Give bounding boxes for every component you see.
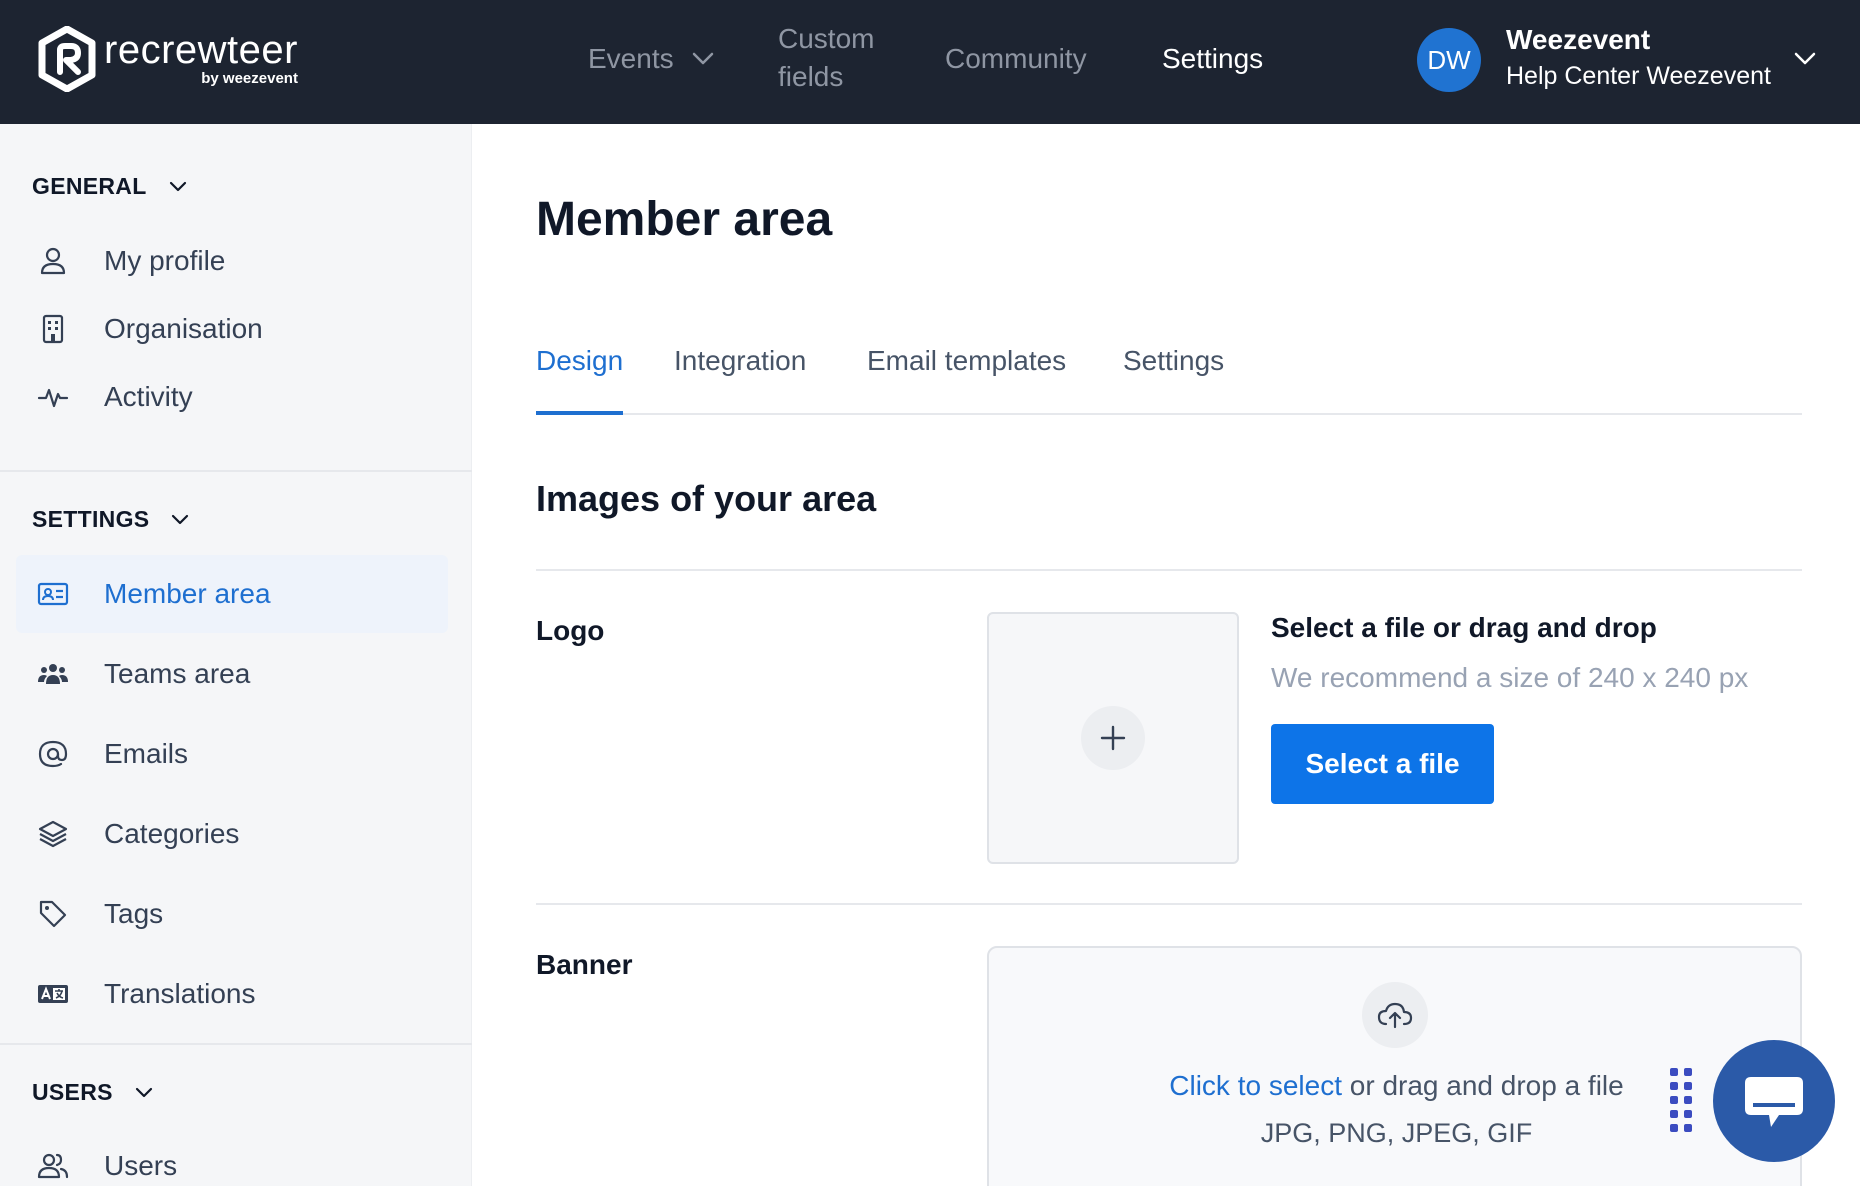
upload-cloud-icon (1362, 982, 1428, 1048)
add-logo-button[interactable] (1081, 706, 1145, 770)
layers-icon (36, 818, 70, 850)
sidebar-item-categories[interactable]: Categories (16, 795, 448, 873)
section-title: GENERAL (32, 173, 147, 199)
at-icon (36, 738, 70, 770)
sidebar-item-label: Organisation (104, 313, 263, 344)
select-file-button[interactable]: Select a file (1271, 724, 1494, 804)
section-divider (536, 903, 1802, 905)
chevron-down-icon (169, 181, 186, 191)
logo-upload-title: Select a file or drag and drop (1271, 612, 1657, 643)
sidebar-item-label: Member area (104, 578, 271, 609)
building-icon (36, 313, 70, 345)
nav-events-label: Events (588, 43, 674, 74)
sidebar-item-label: Activity (104, 381, 193, 412)
logo-size-hint: We recommend a size of 240 x 240 px (1271, 662, 1749, 693)
drag-drop-text: or drag and drop a file (1341, 1070, 1624, 1101)
section-divider (536, 569, 1802, 571)
sidebar-item-translations[interactable]: Translations (16, 955, 448, 1033)
activity-icon (36, 381, 70, 413)
sidebar-item-label: Emails (104, 738, 189, 769)
sidebar-section-users[interactable]: USERS (32, 1079, 153, 1106)
section-title: SETTINGS (32, 506, 150, 532)
banner-label: Banner (536, 949, 633, 980)
logo-subtitle: by weezevent (201, 70, 298, 87)
user-avatar[interactable]: DW (1417, 28, 1481, 92)
sidebar-section-settings[interactable]: SETTINGS (32, 506, 189, 533)
sidebar-item-emails[interactable]: Emails (16, 715, 448, 793)
tab-email-templates[interactable]: Email templates (867, 345, 1066, 413)
translate-icon (36, 978, 70, 1010)
logo-label: Logo (536, 615, 605, 646)
sidebar-item-label: Translations (104, 978, 256, 1009)
tag-icon (36, 898, 70, 930)
sidebar-item-my-profile[interactable]: My profile (16, 222, 448, 300)
sidebar-item-activity[interactable]: Activity (16, 358, 448, 436)
app-logo[interactable]: recrewteer by weezevent (38, 26, 298, 92)
chevron-down-icon (692, 52, 713, 65)
tab-bar: Design Integration Email templates Setti… (536, 345, 1802, 415)
section-title: USERS (32, 1079, 113, 1105)
nav-community[interactable]: Community (945, 40, 1087, 78)
tab-settings[interactable]: Settings (1123, 345, 1224, 413)
recrewteer-logo-icon (38, 26, 96, 92)
chevron-down-icon (172, 514, 189, 524)
logo-preview-dropzone[interactable] (987, 612, 1239, 864)
chevron-down-icon[interactable] (1794, 52, 1816, 66)
sidebar-section-general[interactable]: GENERAL (32, 173, 187, 200)
drag-handle-icon[interactable] (1668, 1066, 1694, 1134)
sidebar-item-teams-area[interactable]: Teams area (16, 635, 448, 713)
nav-custom-fields[interactable]: Custom fields (778, 20, 898, 96)
sidebar-item-label: Users (104, 1150, 178, 1181)
sidebar-item-label: Categories (104, 818, 240, 849)
sidebar-item-users[interactable]: Users (16, 1127, 448, 1186)
sidebar-item-organisation[interactable]: Organisation (16, 290, 448, 368)
team-icon (36, 658, 70, 690)
id-card-icon (36, 578, 70, 610)
sidebar-item-member-area[interactable]: Member area (16, 555, 448, 633)
sidebar-item-label: Tags (104, 898, 164, 929)
sidebar-item-tags[interactable]: Tags (16, 875, 448, 953)
logo-wordmark: recrewteer (104, 28, 298, 72)
user-name[interactable]: Weezevent (1506, 24, 1650, 56)
users-icon (36, 1150, 70, 1182)
sidebar-divider (0, 470, 472, 472)
nav-events[interactable]: Events (588, 40, 714, 78)
plus-icon (1100, 725, 1126, 751)
sidebar-item-label: Teams area (104, 658, 251, 689)
chevron-down-icon (135, 1087, 152, 1097)
chat-icon (1745, 1077, 1803, 1127)
top-navigation-bar: recrewteer by weezevent Events Custom fi… (0, 0, 1860, 124)
click-to-select-link[interactable]: Click to select (1169, 1070, 1342, 1101)
nav-settings[interactable]: Settings (1162, 40, 1263, 78)
user-organisation[interactable]: Help Center Weezevent (1506, 62, 1771, 91)
tab-design[interactable]: Design (536, 345, 624, 415)
tab-integration[interactable]: Integration (674, 345, 806, 413)
page-title: Member area (536, 193, 833, 246)
help-chat-button[interactable] (1713, 1040, 1835, 1162)
sidebar-divider (0, 1043, 472, 1045)
section-title: Images of your area (536, 478, 877, 519)
user-icon (36, 245, 70, 277)
sidebar-item-label: My profile (104, 245, 226, 276)
sidebar: GENERAL My profile Organisation Activity… (0, 124, 472, 1186)
